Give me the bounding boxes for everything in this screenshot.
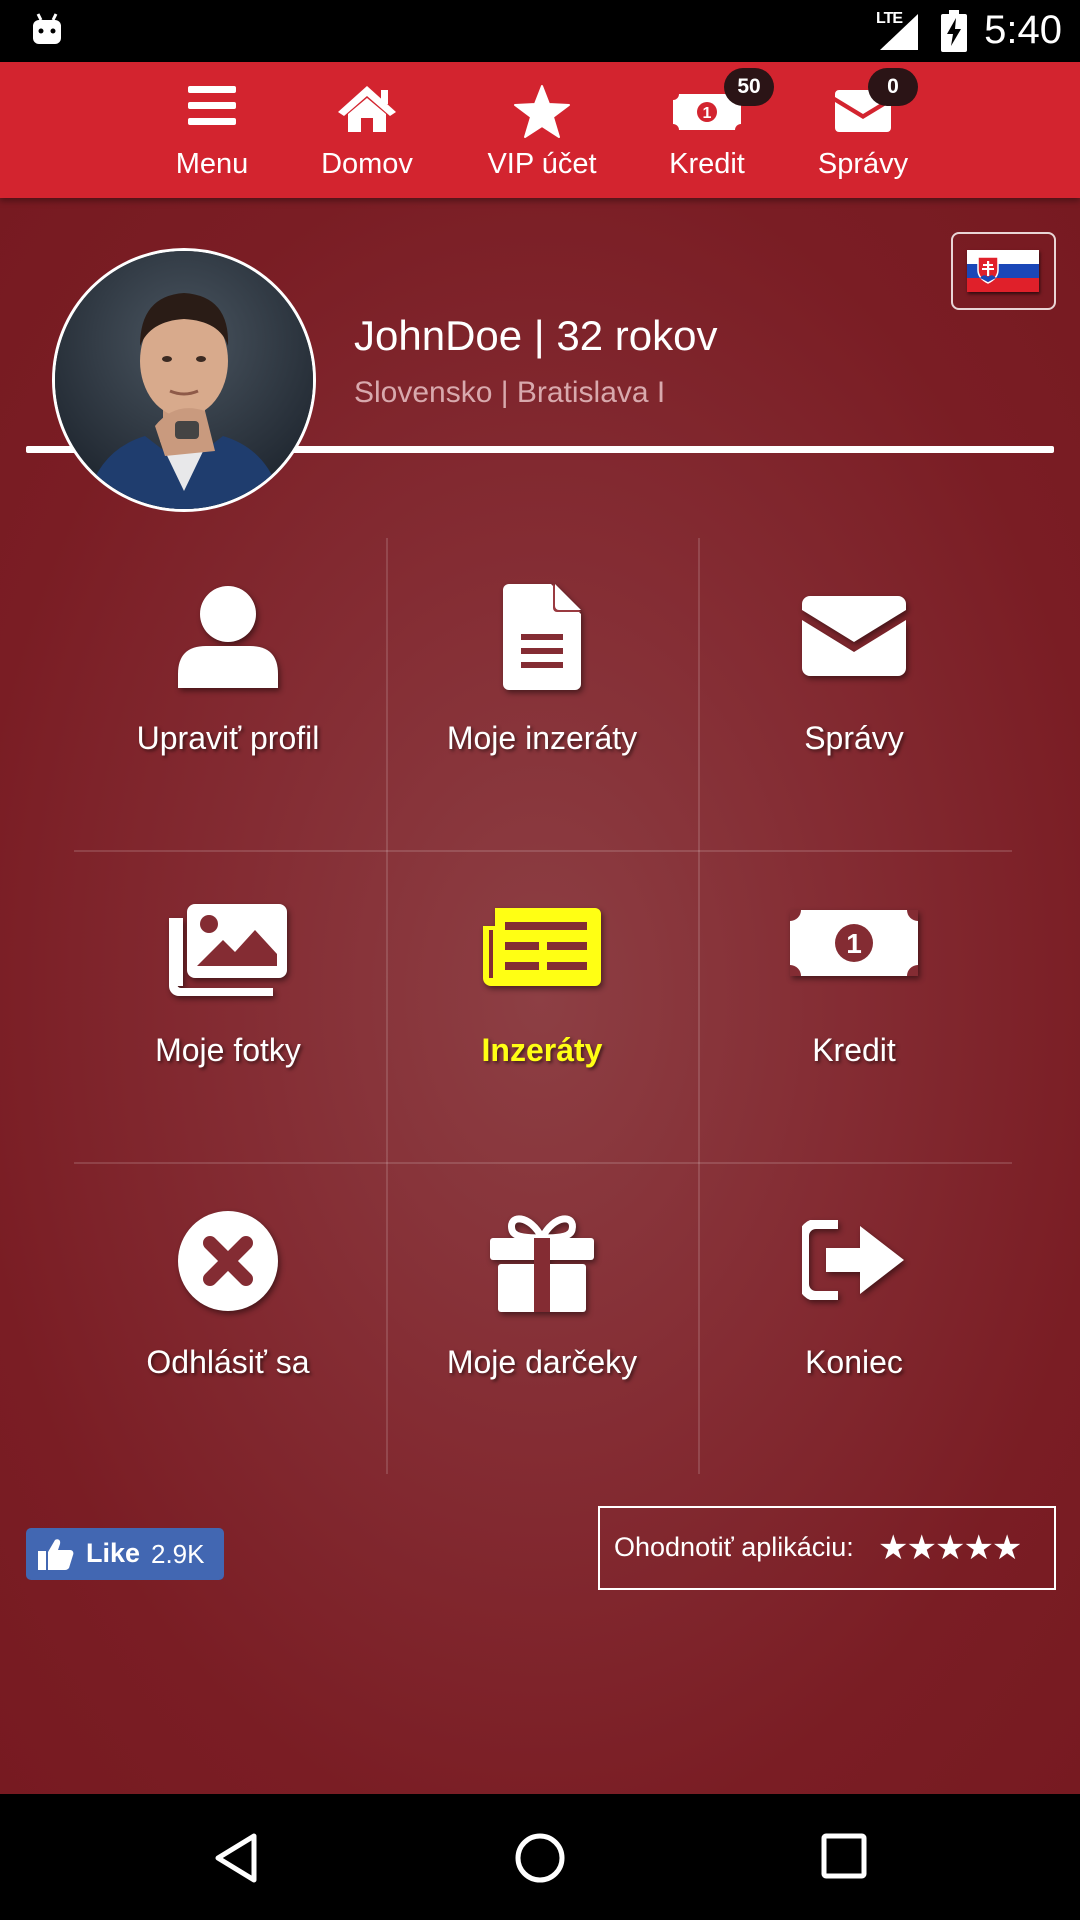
language-button[interactable] xyxy=(951,232,1056,310)
android-icon xyxy=(33,13,61,44)
profile-name-age: JohnDoe | 32 rokov xyxy=(354,312,718,359)
document-icon xyxy=(503,584,581,690)
tile-my-ads-label: Moje inzeráty xyxy=(446,720,638,756)
tile-logout[interactable]: Odhlásiť sa xyxy=(78,1168,378,1468)
grid-divider xyxy=(74,850,1012,852)
like-label: Like xyxy=(86,1538,141,1568)
tile-my-gifts-label: Moje darčeky xyxy=(446,1344,638,1380)
facebook-like-button[interactable]: Like 2.9K xyxy=(26,1528,224,1580)
system-navigation-bar xyxy=(0,1794,1080,1920)
nav-vip-label: VIP účet xyxy=(487,148,597,180)
tile-credit[interactable]: 1 Kredit xyxy=(704,856,1004,1156)
rate-label: Ohodnotiť aplikáciu: xyxy=(614,1532,854,1562)
nav-home-label: Domov xyxy=(321,148,413,180)
nav-home[interactable]: Domov xyxy=(302,62,432,198)
battery-charging-icon xyxy=(941,10,967,52)
tile-logout-label: Odhlásiť sa xyxy=(146,1344,310,1380)
messages-badge: 0 xyxy=(868,68,918,106)
thumbs-up-icon xyxy=(38,1539,74,1570)
top-navigation: Menu Domov VIP účet 1 50 Kredit 0 Správy xyxy=(0,62,1080,198)
envelope-icon xyxy=(802,596,906,676)
tile-my-ads[interactable]: Moje inzeráty xyxy=(392,544,692,844)
nav-credit-label: Kredit xyxy=(669,148,745,180)
back-icon[interactable] xyxy=(212,1832,260,1884)
nav-menu[interactable]: Menu xyxy=(151,62,273,198)
tile-messages-label: Správy xyxy=(804,720,904,756)
tile-my-photos-label: Moje fotky xyxy=(155,1032,301,1068)
svg-text:1: 1 xyxy=(703,105,712,122)
tile-listings[interactable]: Inzeráty xyxy=(392,856,692,1156)
nav-menu-label: Menu xyxy=(175,148,249,180)
close-circle-icon xyxy=(178,1211,278,1311)
main-content: JohnDoe | 32 rokov Slovensko | Bratislav… xyxy=(0,198,1080,1794)
grid-divider xyxy=(74,1162,1012,1164)
tile-my-photos[interactable]: Moje fotky xyxy=(78,856,378,1156)
rating-stars[interactable]: ★★★★★ xyxy=(878,1528,1022,1568)
user-icon xyxy=(178,586,278,688)
tile-exit[interactable]: Koniec xyxy=(704,1168,1004,1468)
tile-edit-profile[interactable]: Upraviť profil xyxy=(78,544,378,844)
menu-icon xyxy=(188,86,236,125)
gift-icon xyxy=(490,1215,594,1312)
exit-icon xyxy=(802,1220,904,1300)
like-count: 2.9K xyxy=(151,1539,205,1569)
listing-icon xyxy=(483,908,601,986)
tile-my-gifts[interactable]: Moje darčeky xyxy=(392,1168,692,1468)
signal-icon xyxy=(880,14,918,50)
recents-icon[interactable] xyxy=(820,1832,868,1880)
nav-messages[interactable]: 0 Správy xyxy=(804,62,922,198)
rate-app-button[interactable]: Ohodnotiť aplikáciu: ★★★★★ xyxy=(598,1506,1056,1590)
grid-divider xyxy=(386,538,388,1474)
tile-listings-label: Inzeráty xyxy=(481,1032,603,1068)
photos-icon xyxy=(169,904,287,996)
svg-text:1: 1 xyxy=(846,928,862,959)
credit-badge: 50 xyxy=(724,68,774,106)
slovak-flag-icon xyxy=(967,250,1039,292)
clock: 5:40 xyxy=(984,8,1062,52)
tile-credit-label: Kredit xyxy=(812,1032,896,1068)
avatar[interactable] xyxy=(52,248,316,512)
tile-exit-label: Koniec xyxy=(805,1344,903,1380)
status-bar: LTE 5:40 xyxy=(0,0,1080,62)
home-circle-icon[interactable] xyxy=(514,1832,566,1884)
nav-messages-label: Správy xyxy=(817,148,909,180)
nav-vip[interactable]: VIP účet xyxy=(472,62,612,198)
star-icon xyxy=(514,85,570,138)
nav-credit[interactable]: 1 50 Kredit xyxy=(652,62,774,198)
tile-edit-profile-label: Upraviť profil xyxy=(136,720,320,756)
money-icon: 1 xyxy=(790,910,918,976)
home-icon xyxy=(338,86,396,132)
profile-location: Slovensko | Bratislava I xyxy=(354,376,666,409)
grid-divider xyxy=(698,538,700,1474)
tile-messages[interactable]: Správy xyxy=(704,544,1004,844)
